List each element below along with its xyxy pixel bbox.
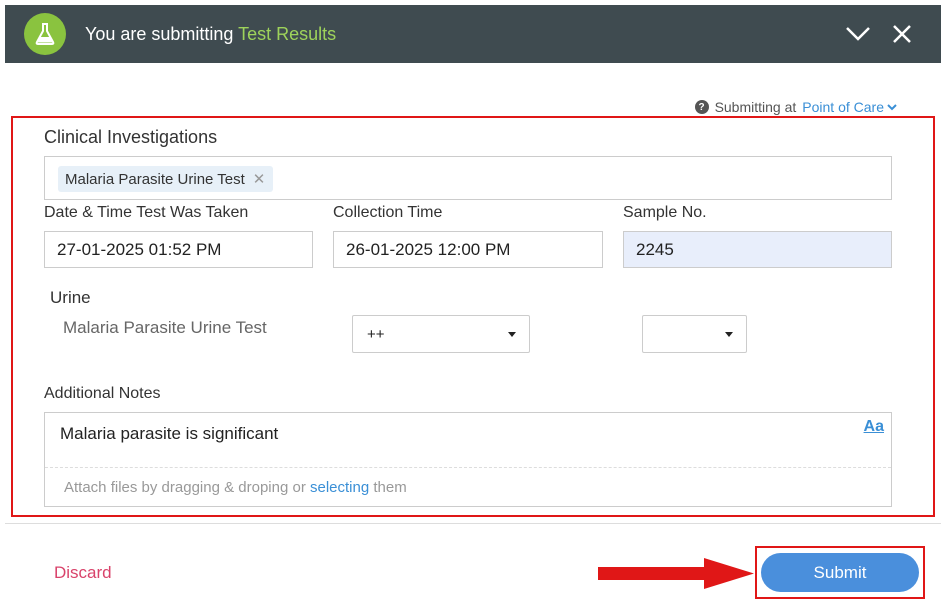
notes-text[interactable]: Malaria parasite is significant — [60, 424, 278, 444]
collection-time-input[interactable]: 26-01-2025 12:00 PM — [333, 231, 603, 268]
urine-section-label: Urine — [50, 288, 91, 307]
caret-down-icon — [725, 332, 733, 337]
date-taken-input[interactable]: 27-01-2025 01:52 PM — [44, 231, 313, 268]
caret-down-icon — [508, 332, 516, 337]
test-name-label: Malaria Parasite Urine Test — [63, 318, 267, 337]
location-value: Point of Care — [802, 99, 884, 115]
collapse-button[interactable] — [843, 19, 873, 49]
attach-prefix: Attach files by dragging & droping or — [64, 479, 306, 496]
dialog-header: You are submitting Test Results — [5, 5, 941, 63]
submitting-at-label: Submitting at — [714, 99, 797, 115]
discard-button[interactable]: Discard — [54, 563, 112, 583]
notes-label: Additional Notes — [44, 385, 161, 402]
close-button[interactable] — [887, 19, 917, 49]
help-icon[interactable]: ? — [694, 100, 709, 114]
title-prefix: You are submitting — [85, 24, 234, 44]
notes-divider — [45, 467, 891, 468]
investigation-tag-label: Malaria Parasite Urine Test — [65, 170, 245, 188]
submitting-at: ? Submitting at Point of Care — [694, 99, 897, 115]
chevron-down-icon — [846, 27, 870, 41]
submit-button[interactable]: Submit — [761, 553, 919, 592]
result-select[interactable]: ++ — [352, 315, 530, 353]
close-icon — [893, 25, 911, 43]
text-format-button[interactable]: Aa — [864, 418, 884, 436]
pointer-arrow-icon — [598, 558, 754, 589]
dialog-title: You are submitting Test Results — [85, 24, 336, 45]
attach-suffix: them — [373, 479, 407, 496]
selecting-link[interactable]: selecting — [310, 479, 369, 496]
result-value: ++ — [367, 325, 385, 343]
investigations-input[interactable]: Malaria Parasite Urine Test ✕ — [44, 156, 892, 200]
collection-time-label: Collection Time — [333, 204, 443, 221]
investigation-tag: Malaria Parasite Urine Test ✕ — [58, 166, 274, 192]
date-taken-label: Date & Time Test Was Taken — [44, 204, 249, 221]
sample-no-label: Sample No. — [623, 204, 707, 221]
clinical-investigations-label: Clinical Investigations — [44, 127, 218, 147]
footer-divider — [5, 523, 941, 524]
chevron-down-icon — [887, 103, 897, 110]
notes-editor[interactable]: Malaria parasite is significant Aa Attac… — [44, 412, 892, 507]
title-highlight: Test Results — [238, 24, 337, 44]
location-dropdown[interactable]: Point of Care — [802, 99, 897, 115]
sample-no-input[interactable]: 2245 — [623, 231, 892, 268]
remove-tag-icon[interactable]: ✕ — [253, 170, 266, 188]
unit-select[interactable] — [642, 315, 747, 353]
flask-icon — [24, 13, 66, 55]
attach-files-area[interactable]: Attach files by dragging & droping or se… — [64, 479, 407, 496]
